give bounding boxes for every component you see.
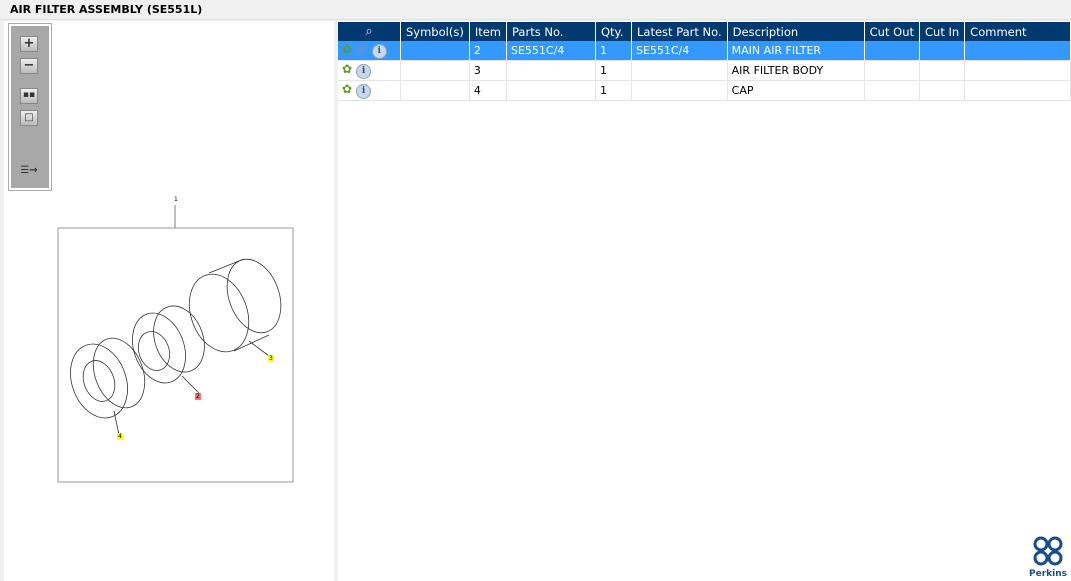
column-header-comment[interactable]: Comment [964, 22, 1071, 41]
cut-out-cell [864, 60, 921, 81]
cut-out-cell [864, 80, 921, 101]
table-row[interactable]: ✿ i 4 1 CAP [338, 80, 1071, 101]
column-header-search[interactable]: ⌕ [338, 22, 401, 41]
info-icon[interactable]: i [356, 84, 372, 99]
symbols-cell [400, 41, 470, 61]
column-header-parts-no[interactable]: Parts No. [506, 22, 596, 41]
column-header-cut-in[interactable]: Cut In [919, 22, 966, 41]
latest-part-no-cell [631, 80, 728, 101]
info-icon[interactable]: i [371, 44, 387, 59]
parts-no-cell: SE551C/4 [506, 41, 596, 61]
table-header: ⌕ Symbol(s) Item Parts No. Qty. Latest P… [338, 22, 1071, 41]
brand-name: Perkins [1029, 569, 1067, 579]
qty-cell: 1 [595, 41, 632, 61]
item-cell: 4 [469, 80, 508, 101]
column-header-description[interactable]: Description [727, 22, 865, 41]
symbols-cell [400, 80, 470, 101]
parts-no-cell [506, 80, 596, 101]
column-header-latest-part-no[interactable]: Latest Part No. [631, 22, 728, 41]
comment-cell [964, 60, 1071, 81]
parts-no-cell [506, 60, 596, 81]
page-title: AIR FILTER ASSEMBLY (SE551L) [0, 0, 1071, 20]
cart-icon[interactable]: 🛒︎ [355, 45, 368, 56]
gear-icon[interactable]: ✿ [342, 82, 352, 96]
parts-list-pane: ⌕ Symbol(s) Item Parts No. Qty. Latest P… [338, 21, 1071, 581]
gear-icon[interactable]: ✿ [342, 62, 352, 76]
description-cell: CAP [727, 80, 865, 101]
table-row[interactable]: ✿ 🛒︎ i 2 SE551C/4 1 SE551C/4 MAIN AIR FILT… [338, 41, 1071, 61]
table-row[interactable]: ✿ i 3 1 AIR FILTER BODY [338, 60, 1071, 81]
illustration-pane[interactable]: + − ▪▪ □ ☰→ 1 3 2 4 [4, 21, 334, 581]
item-cell: 2 [469, 41, 508, 61]
callout-2[interactable]: 2 [195, 393, 201, 400]
column-header-cut-out[interactable]: Cut Out [864, 22, 921, 41]
comment-cell [964, 41, 1071, 61]
description-cell: MAIN AIR FILTER [727, 41, 865, 61]
search-icon[interactable]: ⌕ [365, 24, 372, 39]
latest-part-no-cell: SE551C/4 [631, 41, 728, 61]
callout-3[interactable]: 3 [268, 355, 274, 362]
column-header-qty[interactable]: Qty. [595, 22, 632, 41]
column-header-symbols[interactable]: Symbol(s) [400, 22, 470, 41]
comment-cell [964, 80, 1071, 101]
description-cell: AIR FILTER BODY [727, 60, 865, 81]
cut-out-cell [864, 41, 921, 61]
column-header-item[interactable]: Item [469, 22, 508, 41]
info-icon[interactable]: i [356, 64, 372, 79]
qty-cell: 1 [595, 80, 632, 101]
gear-icon[interactable]: ✿ [342, 42, 352, 56]
cut-in-cell [919, 60, 966, 81]
qty-cell: 1 [595, 60, 632, 81]
perkins-logo: Perkins [1029, 536, 1067, 579]
callout-4[interactable]: 4 [117, 433, 123, 440]
parts-table: ⌕ Symbol(s) Item Parts No. Qty. Latest P… [338, 22, 1071, 101]
cut-in-cell [919, 41, 966, 61]
perkins-emblem-icon [1033, 536, 1063, 566]
cut-in-cell [919, 80, 966, 101]
latest-part-no-cell [631, 60, 728, 81]
item-cell: 3 [469, 60, 508, 81]
callout-1[interactable]: 1 [173, 196, 179, 203]
exploded-view-drawing [57, 205, 294, 483]
symbols-cell [400, 60, 470, 81]
